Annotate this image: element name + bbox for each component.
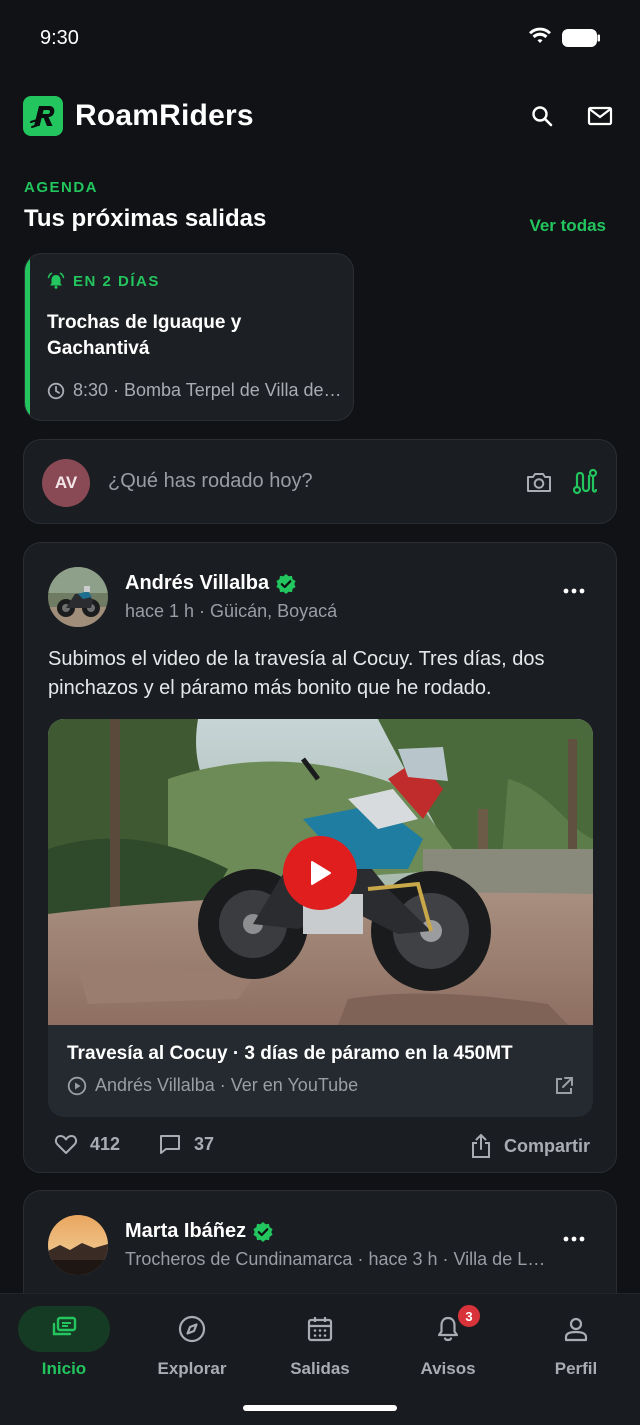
app-logo	[23, 96, 63, 136]
post-author-name: Andrés Villalba	[125, 572, 270, 594]
video-title: Travesía al Cocuy · 3 días de páramo en …	[67, 1043, 513, 1064]
post-more-button[interactable]	[556, 1227, 592, 1251]
more-dots-icon	[563, 588, 585, 594]
video-source: Andrés Villalba · Ver en YouTube	[67, 1075, 358, 1096]
ride-meta-text: 8:30 · Bomba Terpel de Villa de Leyva	[73, 380, 343, 400]
video-embed[interactable]: Travesía al Cocuy · 3 días de páramo en …	[48, 719, 593, 1117]
user-avatar[interactable]: AV	[42, 459, 90, 507]
heart-icon	[54, 1135, 78, 1154]
nav-label: Explorar	[157, 1359, 227, 1378]
post-composer: AV ¿Qué has rodado hoy?	[23, 439, 617, 524]
author-avatar[interactable]	[48, 1215, 108, 1275]
nav-item-inicio[interactable]: Inicio	[0, 1306, 128, 1386]
post-meta: hace 1 h · Güicán, Boyacá	[125, 601, 338, 621]
card-accent-bar	[25, 254, 30, 420]
calendar-icon	[307, 1317, 333, 1342]
clock-icon	[47, 382, 65, 399]
comment-count: 37	[194, 1133, 215, 1154]
like-button[interactable]: 412	[54, 1133, 120, 1155]
agenda-eyebrow: AGENDA	[24, 179, 99, 196]
notification-badge: 3	[456, 1303, 482, 1329]
share-button[interactable]: Compartir	[470, 1133, 590, 1159]
author-avatar-image	[48, 1215, 108, 1275]
post-author[interactable]: Andrés Villalba	[125, 572, 297, 595]
see-all-link[interactable]: Ver todas	[529, 216, 606, 236]
nav-label: Perfil	[554, 1359, 598, 1378]
post-author-name: Marta Ibáñez	[125, 1220, 247, 1242]
camera-icon	[527, 473, 551, 492]
battery-icon	[562, 29, 600, 47]
app-title: RoamRiders	[75, 99, 254, 132]
play-circle-icon	[67, 1076, 87, 1095]
comment-icon	[160, 1135, 180, 1154]
nav-label: Avisos	[420, 1359, 476, 1378]
ride-meta: 8:30 · Bomba Terpel de Villa de Leyva	[47, 380, 347, 401]
agenda-title: Tus próximas salidas	[24, 205, 267, 232]
post-author[interactable]: Marta Ibáñez	[125, 1220, 274, 1243]
status-bar: 9:30	[0, 0, 640, 76]
author-avatar[interactable]	[48, 567, 108, 627]
verified-badge-icon	[276, 573, 296, 594]
ride-countdown-text: EN 2 DÍAS	[73, 272, 160, 290]
feed-post: Marta Ibáñez Trocheros de Cundinamarca ·…	[23, 1190, 617, 1310]
play-button[interactable]	[283, 836, 357, 910]
author-avatar-image	[48, 567, 108, 627]
logo-r-icon	[30, 106, 55, 128]
mail-icon	[587, 106, 613, 126]
nav-item-salidas[interactable]: Salidas	[256, 1306, 384, 1386]
like-count: 412	[90, 1133, 121, 1154]
post-text: Subimos el video de la travesía al Cocuy…	[48, 648, 545, 699]
route-icon	[572, 468, 598, 495]
composer-input[interactable]: ¿Qué has rodado hoy?	[108, 470, 313, 493]
add-photo-button[interactable]	[523, 466, 555, 498]
bottom-navigation: Inicio Explorar Salidas 3 Avisos Perfil	[0, 1293, 640, 1425]
home-indicator[interactable]	[243, 1405, 397, 1411]
share-icon	[472, 1133, 490, 1158]
upcoming-ride-card[interactable]: EN 2 DÍAS Trochas de Iguaque y Gachantiv…	[24, 253, 354, 421]
nav-item-perfil[interactable]: Perfil	[512, 1306, 640, 1386]
comment-button[interactable]: 37	[158, 1133, 214, 1155]
feed-post: Andrés Villalba hace 1 h · Güicán, Boyac…	[23, 542, 617, 1173]
more-dots-icon	[563, 1236, 585, 1242]
external-link-icon[interactable]	[553, 1075, 575, 1097]
alarm-bell-icon	[47, 272, 65, 289]
nav-label: Salidas	[290, 1359, 350, 1378]
post-actions: 412 37 Compartir	[48, 1133, 594, 1165]
wifi-icon	[529, 27, 551, 43]
home-feed-icon	[52, 1316, 77, 1336]
post-more-button[interactable]	[556, 579, 592, 603]
add-route-button[interactable]	[569, 466, 601, 498]
share-label: Compartir	[504, 1135, 591, 1156]
ride-countdown: EN 2 DÍAS	[47, 272, 160, 290]
status-time: 9:30	[40, 27, 79, 49]
app-header: RoamRiders	[0, 90, 640, 144]
play-icon	[311, 861, 331, 885]
nav-label: Inicio	[41, 1359, 87, 1378]
search-button[interactable]	[522, 96, 562, 136]
nav-item-explorar[interactable]: Explorar	[128, 1306, 256, 1386]
messages-button[interactable]	[580, 96, 620, 136]
compass-icon	[178, 1315, 206, 1343]
nav-item-avisos[interactable]: 3 Avisos	[384, 1303, 512, 1386]
verified-badge-icon	[253, 1221, 273, 1242]
post-meta: Trocheros de Cundinamarca · hace 3 h · V…	[125, 1249, 550, 1269]
search-icon	[532, 106, 553, 127]
ride-title: Trochas de Iguaque y Gachantivá	[47, 312, 242, 359]
person-icon	[564, 1317, 588, 1342]
video-source-text: Andrés Villalba · Ver en YouTube	[95, 1075, 359, 1095]
